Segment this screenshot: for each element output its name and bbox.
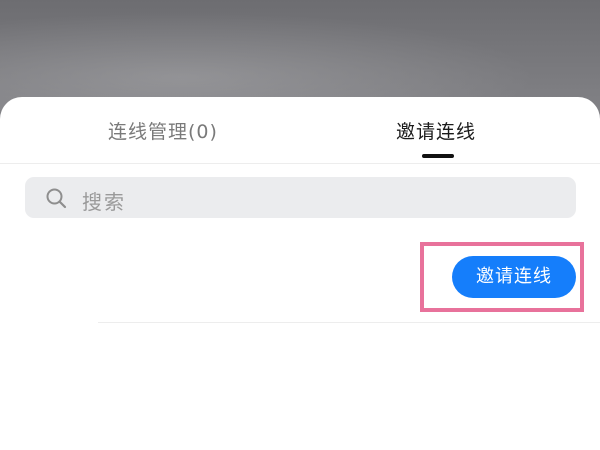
search-input[interactable]: 搜索 [25, 177, 576, 218]
invite-connection-button[interactable]: 邀请连线 [452, 256, 576, 298]
search-placeholder: 搜索 [82, 190, 126, 214]
row-divider [98, 322, 600, 323]
search-icon [46, 188, 67, 209]
tab-connection-management[interactable]: 连线管理(0) [108, 117, 218, 144]
active-tab-indicator [422, 154, 454, 158]
tab-bar: 连线管理(0) 邀请连线 [0, 97, 600, 164]
tab-invite-connection[interactable]: 邀请连线 [396, 117, 476, 144]
